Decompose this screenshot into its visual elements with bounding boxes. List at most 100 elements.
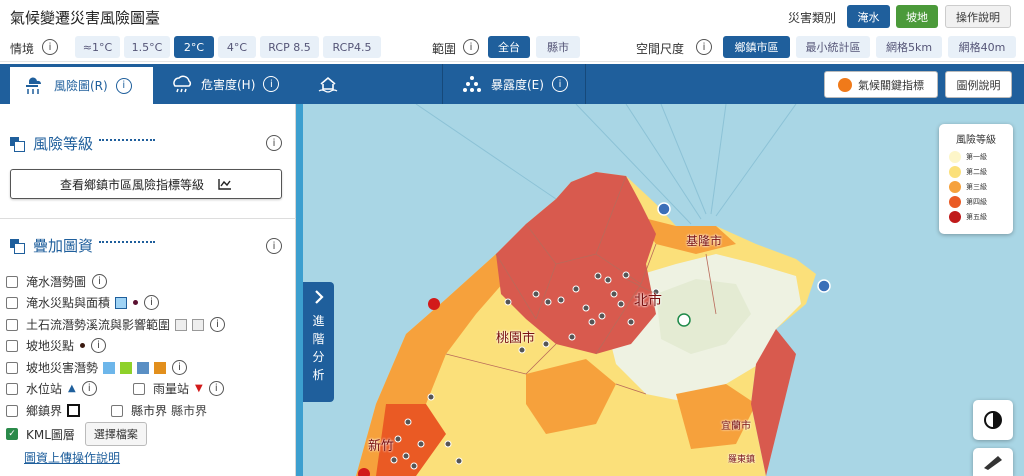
legend-label-2: 第二級 <box>966 168 987 176</box>
flood-area-swatch <box>115 296 128 309</box>
water-station-icon: ▲ <box>68 383 76 394</box>
tab-hazard[interactable]: 危害度(H) i <box>153 64 299 104</box>
hazard-type-label: 災害類別 <box>788 11 837 25</box>
layer-slope-potential-checkbox[interactable] <box>6 361 18 374</box>
tab-exposure-label: 暴露度(E) <box>491 77 544 92</box>
scenario-2c[interactable]: 2°C <box>174 36 214 58</box>
risk-level-section-title: 風險等級 <box>10 133 156 154</box>
scenario-info-icon[interactable]: i <box>42 39 58 55</box>
advanced-analysis-tab[interactable]: 進階分析 <box>303 282 334 402</box>
layer-rain-station-info-icon[interactable]: i <box>208 381 224 396</box>
legend-item-3: 第三級 <box>949 181 987 193</box>
layer-rain-station[interactable]: 雨量站 ▼ i <box>133 380 224 397</box>
measure-tool-button[interactable] <box>973 448 1013 476</box>
climate-index-icon <box>838 77 852 92</box>
choose-file-button[interactable]: 選擇檔案 <box>84 422 147 446</box>
hazard-slope-button[interactable]: 坡地 <box>896 5 938 28</box>
layer-rain-station-checkbox[interactable] <box>133 382 145 395</box>
upload-help-link[interactable]: 圖資上傳操作說明 <box>24 449 120 466</box>
tab-exposure[interactable]: 暴露度(E) i <box>443 64 586 104</box>
legend-swatch-2 <box>949 166 961 178</box>
slope-swatch-2 <box>120 361 133 374</box>
ruler-icon <box>984 456 1002 470</box>
layer-township-boundary-checkbox[interactable] <box>6 404 18 417</box>
legend-label-1: 第一級 <box>966 153 987 161</box>
layer-debris-flow[interactable]: 土石流潛勢溪流與影響範圍 i <box>6 316 226 333</box>
scale-label: 空間尺度 <box>636 42 685 56</box>
tab-risk-info-icon[interactable]: i <box>115 77 132 94</box>
scale-grid-40m[interactable]: 網格40m <box>948 36 1016 58</box>
legend-help-button[interactable]: 圖例說明 <box>945 71 1012 98</box>
options-bar: 情境 i ≈1°C 1.5°C 2°C 4°C RCP 8.5 RCP4.5 範… <box>0 32 1024 62</box>
layer-flood-points-info-icon[interactable]: i <box>144 295 160 310</box>
map-view[interactable]: 基隆市 北市 桃園市 新竹 宜蘭市 羅東鎮 <box>296 104 1024 476</box>
layer-slope-points-info-icon[interactable]: i <box>91 338 107 353</box>
map-label-keelung: 基隆市 <box>686 234 723 248</box>
layer-kml-label: KML圖層 <box>26 427 75 442</box>
range-info-icon[interactable]: i <box>463 39 479 55</box>
layer-kml[interactable]: ✓ KML圖層 選擇檔案 <box>6 422 147 446</box>
layer-flood-potential[interactable]: 淹水潛勢圖 i <box>6 273 108 290</box>
scale-grid-5km[interactable]: 網格5km <box>876 36 942 58</box>
panel-divider <box>0 218 296 219</box>
hazard-flood-button[interactable]: 淹水 <box>847 5 890 28</box>
tab-risk[interactable]: 風險圖(R) i <box>10 64 153 104</box>
layer-slope-points-checkbox[interactable] <box>6 339 18 352</box>
layer-slope-potential-label: 坡地災害潛勢 <box>26 361 99 375</box>
range-county[interactable]: 縣市 <box>536 36 580 58</box>
overlay-title-text: 疊加圖資 <box>33 237 94 255</box>
layer-debris-flow-checkbox[interactable] <box>6 318 18 331</box>
layer-slope-potential-info-icon[interactable]: i <box>172 360 188 375</box>
view-township-risk-button[interactable]: 查看鄉鎮市區風險指標等級 <box>10 169 282 199</box>
scenario-1c[interactable]: ≈1°C <box>75 36 120 58</box>
layer-kml-checkbox[interactable]: ✓ <box>6 428 18 440</box>
layers-icon <box>10 137 25 152</box>
layer-flood-points-checkbox[interactable] <box>6 296 18 309</box>
slope-point-swatch <box>80 343 86 348</box>
layer-water-station-checkbox[interactable] <box>6 382 18 395</box>
scenario-rcp85[interactable]: RCP 8.5 <box>260 36 319 58</box>
scale-info-icon[interactable]: i <box>696 39 712 55</box>
map-label-hsinchu: 新竹 <box>368 439 395 454</box>
county-boundary-broken-image: 縣市界 <box>171 404 208 418</box>
climate-index-button[interactable]: 氣候關鍵指標 <box>824 71 938 98</box>
range-all-taiwan[interactable]: 全台 <box>488 36 530 58</box>
layer-debris-flow-info-icon[interactable]: i <box>210 317 226 332</box>
layer-flood-potential-info-icon[interactable]: i <box>92 274 108 289</box>
title-dots <box>99 138 156 141</box>
layer-slope-points[interactable]: 坡地災點 i <box>6 337 107 354</box>
debris-flow-area-swatch <box>192 318 205 331</box>
layer-slope-potential[interactable]: 坡地災害潛勢 i <box>6 359 188 376</box>
scale-township[interactable]: 鄉鎮市區 <box>723 36 790 58</box>
left-panel: 風險等級 i 查看鄉鎮市區風險指標等級 疊加圖資 i 淹水潛勢圖 i 淹水災點與… <box>0 104 296 476</box>
advanced-analysis-label: 進階分析 <box>312 314 325 382</box>
scenario-1-5c[interactable]: 1.5°C <box>124 36 170 58</box>
layer-county-boundary-checkbox[interactable] <box>111 404 123 417</box>
tab-exposure-info-icon[interactable]: i <box>551 76 568 92</box>
tab-hazard-info-icon[interactable]: i <box>263 76 280 92</box>
layer-water-station-info-icon[interactable]: i <box>81 381 97 396</box>
layer-water-station[interactable]: 水位站 ▲ i <box>6 380 97 397</box>
range-label: 範圍 <box>432 42 457 56</box>
scale-min-stat-area[interactable]: 最小統計區 <box>796 36 870 58</box>
risk-map-icon <box>26 76 42 94</box>
help-button[interactable]: 操作說明 <box>945 5 1011 28</box>
flood-point-swatch <box>133 300 139 305</box>
panel-scrollbar[interactable] <box>296 104 303 476</box>
tab-risk-label: 風險圖(R) <box>54 79 108 93</box>
legend-title: 風險等級 <box>956 135 996 146</box>
basemap-toggle-button[interactable] <box>973 400 1013 440</box>
overlay-info-icon[interactable]: i <box>266 238 282 254</box>
scenario-rcp45[interactable]: RCP4.5 <box>323 36 381 58</box>
layer-flood-potential-label: 淹水潛勢圖 <box>26 275 87 289</box>
layer-debris-flow-label: 土石流潛勢溪流與影響範圍 <box>26 318 171 332</box>
map-label-taipei: 北市 <box>634 293 662 309</box>
app-title: 氣候變遷災害風險圖臺 <box>10 9 161 27</box>
layer-county-boundary[interactable]: 縣市界 縣市界 <box>111 402 207 419</box>
risk-level-info-icon[interactable]: i <box>266 135 282 151</box>
layer-flood-points[interactable]: 淹水災點與面積 i <box>6 294 160 311</box>
layer-township-boundary[interactable]: 鄉鎮界 <box>6 402 81 419</box>
layer-flood-potential-checkbox[interactable] <box>6 275 18 288</box>
scenario-4c[interactable]: 4°C <box>218 36 256 58</box>
tab-vulnerability[interactable] <box>299 64 443 104</box>
